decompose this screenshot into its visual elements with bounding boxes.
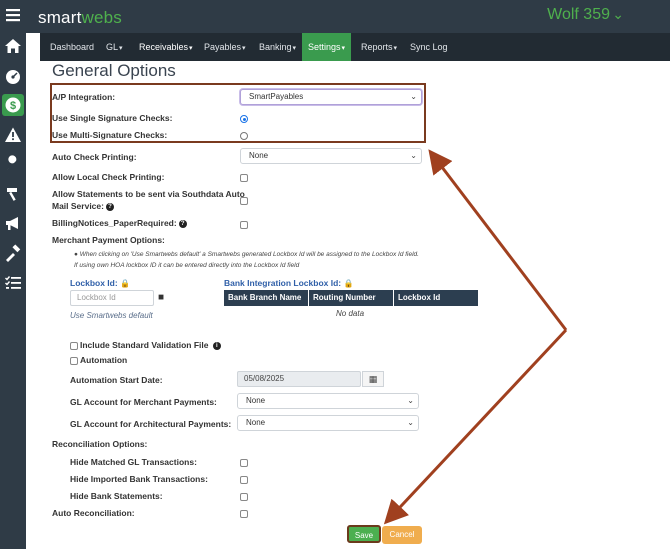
gl-arch-label: GL Account for Architectural Payments:	[70, 419, 232, 429]
save-button[interactable]: Save	[347, 525, 381, 543]
chevron-down-icon[interactable]: ⌄	[612, 6, 624, 23]
automation-label: Automation	[80, 355, 128, 365]
nav-receivables[interactable]: Receivables▾	[133, 33, 199, 61]
hide-statements-label: Hide Bank Statements:	[70, 491, 163, 501]
lock-icon: 🔒	[120, 279, 131, 288]
use-default-link[interactable]: Use Smartwebs default	[70, 311, 153, 320]
hide-matched-label: Hide Matched GL Transactions:	[70, 457, 197, 467]
help-icon[interactable]: ?	[105, 202, 114, 211]
sidebar: $	[0, 0, 26, 549]
automation-checkbox[interactable]	[70, 357, 78, 365]
nav-settings[interactable]: Settings▾	[302, 33, 352, 61]
hide-imported-checkbox[interactable]	[240, 476, 248, 484]
main-content: General Options A/P Integration: SmartPa…	[40, 61, 670, 549]
tenant-selector[interactable]: Wolf 359	[547, 6, 610, 24]
home-icon[interactable]	[2, 35, 24, 57]
auto-reconciliation-label: Auto Reconciliation:	[52, 508, 135, 518]
multi-sig-label: Use Multi-Signature Checks:	[52, 130, 168, 140]
lockbox-id-label: Lockbox Id: 🔒	[70, 278, 131, 288]
menu-icon[interactable]	[2, 4, 24, 26]
nav-banking[interactable]: Banking▾	[253, 33, 302, 61]
single-sig-label: Use Single Signature Checks:	[52, 113, 173, 123]
page-title: General Options	[52, 61, 176, 80]
warning-icon[interactable]	[2, 124, 24, 146]
lockbox-id-input[interactable]: Lockbox Id	[70, 290, 154, 306]
automation-start-label: Automation Start Date:	[70, 375, 163, 385]
nav-dashboard[interactable]: Dashboard	[44, 33, 100, 61]
save-icon[interactable]: ■	[158, 292, 164, 303]
nav-reports[interactable]: Reports▾	[355, 33, 403, 61]
nav-payables[interactable]: Payables▾	[198, 33, 252, 61]
allow-local-checkbox[interactable]	[240, 174, 248, 182]
tools-icon[interactable]	[2, 242, 24, 264]
merchant-payment-label: Merchant Payment Options:	[52, 235, 165, 245]
hide-imported-label: Hide Imported Bank Transactions:	[70, 474, 208, 484]
grid-header-lockbox[interactable]: Lockbox Id	[394, 290, 478, 306]
billing-notices-checkbox[interactable]	[240, 221, 248, 229]
info-icon: ●	[74, 251, 78, 258]
auto-reconciliation-checkbox[interactable]	[240, 510, 248, 518]
auto-check-select[interactable]: None ⌄	[240, 148, 422, 164]
allow-statements-checkbox[interactable]	[240, 197, 248, 205]
grid-header-routing[interactable]: Routing Number	[309, 290, 393, 306]
chevron-down-icon: ⌄	[410, 151, 417, 160]
lock-icon: 🔒	[343, 279, 354, 288]
allow-statements-label-line1: Allow Statements to be sent via Southdat…	[52, 189, 245, 199]
billing-notices-label: BillingNotices_PaperRequired:?	[52, 218, 187, 228]
dollar-icon[interactable]: $	[2, 94, 24, 116]
hammer-icon[interactable]	[2, 183, 24, 205]
include-validation-checkbox[interactable]	[70, 342, 78, 350]
hide-statements-checkbox[interactable]	[240, 493, 248, 501]
include-validation-label: Include Standard Validation File i	[80, 340, 221, 350]
app-logo[interactable]: smartwebs	[38, 8, 122, 28]
single-sig-radio[interactable]	[240, 115, 248, 123]
lockbox-note-1: ● When clicking on 'Use Smartwebs defaul…	[74, 251, 419, 258]
ap-integration-select[interactable]: SmartPayables ⌄	[240, 89, 422, 105]
reconciliation-label: Reconciliation Options:	[52, 439, 148, 449]
nav-gl[interactable]: GL▾	[100, 33, 129, 61]
allow-local-label: Allow Local Check Printing:	[52, 172, 165, 182]
help-icon[interactable]: ?	[178, 219, 187, 228]
chevron-down-icon: ⌄	[407, 396, 414, 405]
svg-text:$: $	[10, 100, 16, 112]
chevron-down-icon: ⌄	[410, 92, 417, 101]
ap-integration-label: A/P Integration:	[52, 92, 116, 102]
lockbox-note-2: If using own HOA lockbox ID it can be en…	[74, 262, 300, 269]
gl-merchant-label: GL Account for Merchant Payments:	[70, 397, 217, 407]
dashboard-gauge-icon[interactable]	[2, 65, 24, 87]
main-nav: Dashboard GL▾ Receivables▾ Payables▾ Ban…	[40, 33, 670, 61]
gl-merchant-select[interactable]: None ⌄	[237, 393, 419, 409]
allow-statements-label-line2: Mail Service:?	[52, 201, 114, 211]
chevron-down-icon: ⌄	[407, 418, 414, 427]
wrench-icon[interactable]	[2, 153, 24, 175]
grid-empty-message: No data	[336, 309, 365, 318]
grid-header-bank-branch[interactable]: Bank Branch Name	[224, 290, 308, 306]
info-icon[interactable]: i	[212, 341, 221, 350]
automation-start-input[interactable]: 05/08/2025	[237, 371, 361, 387]
checklist-icon[interactable]	[2, 272, 24, 294]
calendar-icon[interactable]: ▦	[362, 371, 384, 387]
bank-integration-label: Bank Integration Lockbox Id: 🔒	[224, 278, 354, 288]
multi-sig-radio[interactable]	[240, 132, 248, 140]
megaphone-icon[interactable]	[2, 212, 24, 234]
auto-check-label: Auto Check Printing:	[52, 152, 137, 162]
top-header: smartwebs Wolf 359 ⌄	[26, 0, 670, 33]
cancel-button[interactable]: Cancel	[382, 526, 422, 544]
gl-arch-select[interactable]: None ⌄	[237, 415, 419, 431]
hide-matched-checkbox[interactable]	[240, 459, 248, 467]
nav-sync-log[interactable]: Sync Log	[404, 33, 454, 61]
